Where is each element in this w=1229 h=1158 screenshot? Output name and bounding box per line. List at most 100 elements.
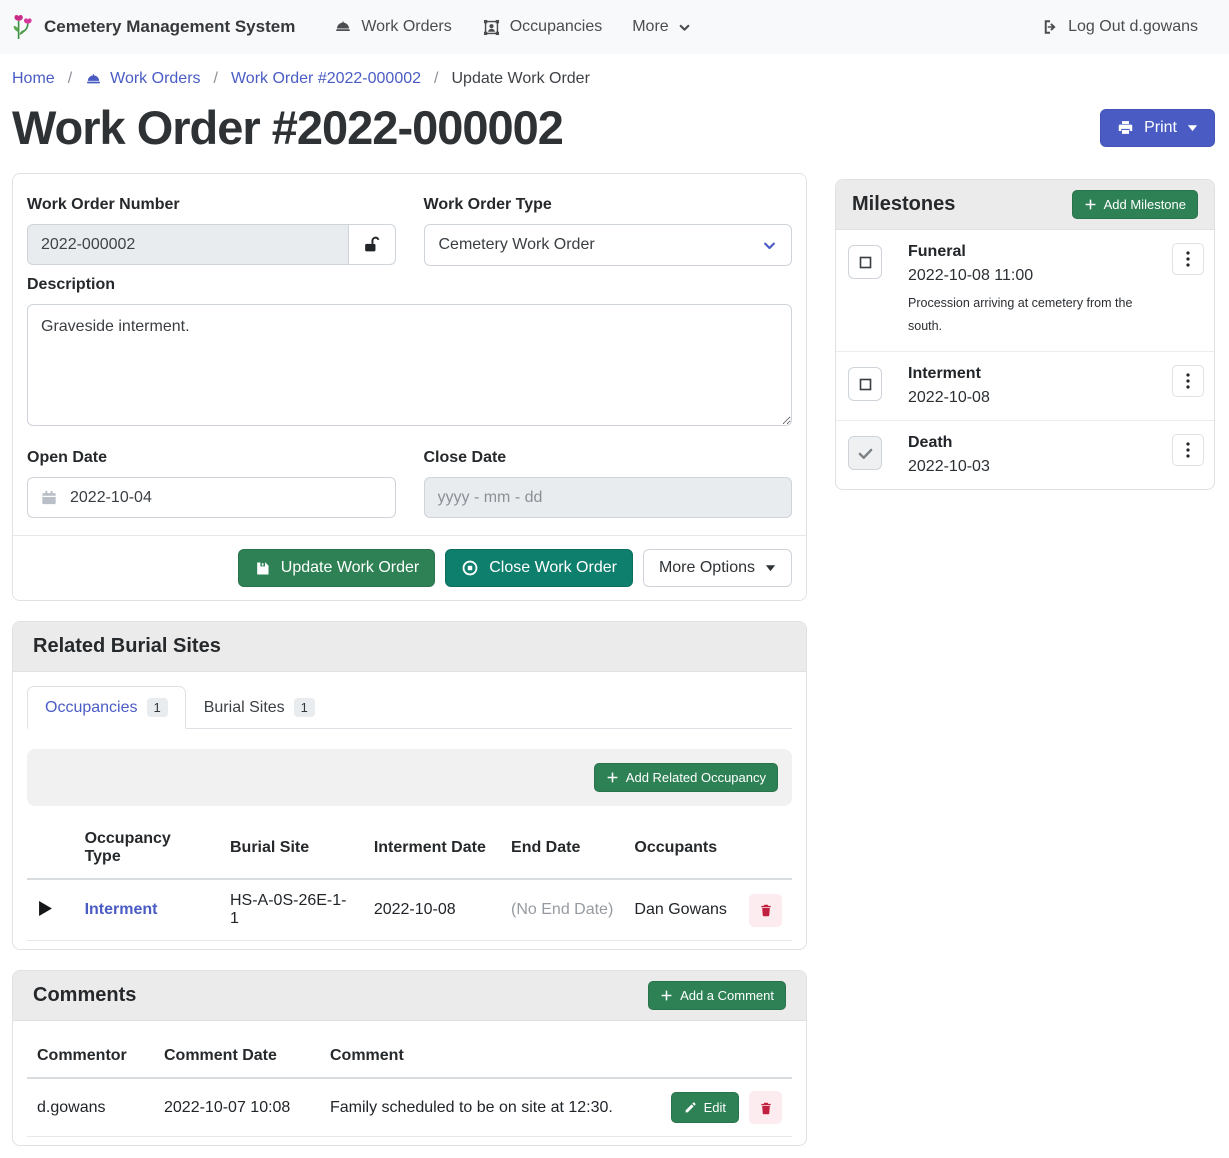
breadcrumb-work-orders[interactable]: Work Orders bbox=[85, 70, 200, 88]
occupancies-count-badge: 1 bbox=[147, 698, 168, 717]
burial-sites-count-badge: 1 bbox=[294, 698, 315, 717]
kebab-icon bbox=[1186, 251, 1190, 267]
comment-date-cell: 2022-10-07 10:08 bbox=[154, 1078, 320, 1137]
checkmark-icon bbox=[857, 445, 874, 462]
top-navbar: Cemetery Management System Work Orders bbox=[0, 0, 1229, 54]
trash-icon bbox=[759, 902, 773, 918]
expand-row-button[interactable] bbox=[37, 899, 54, 918]
sign-out-icon bbox=[1041, 18, 1059, 36]
work-order-type-label: Work Order Type bbox=[424, 196, 793, 214]
delete-comment-button[interactable] bbox=[749, 1091, 782, 1124]
commentor-cell: d.gowans bbox=[27, 1078, 154, 1137]
breadcrumb: Home / Work Orders / Work Order #2022-00… bbox=[0, 54, 1229, 90]
page-title: Work Order #2022-000002 bbox=[12, 100, 563, 155]
col-burial-site: Burial Site bbox=[220, 818, 364, 879]
stop-circle-icon bbox=[461, 559, 479, 577]
milestone-menu-button[interactable] bbox=[1172, 434, 1204, 466]
add-milestone-button[interactable]: Add Milestone bbox=[1072, 190, 1198, 219]
kebab-icon bbox=[1186, 373, 1190, 389]
more-options-button[interactable]: More Options bbox=[643, 549, 792, 587]
chevron-down-icon bbox=[762, 238, 777, 253]
description-textarea[interactable]: Graveside interment. bbox=[27, 304, 792, 426]
brand-title: Cemetery Management System bbox=[44, 17, 295, 37]
plus-icon bbox=[1084, 198, 1097, 211]
breadcrumb-separator: / bbox=[68, 70, 72, 88]
breadcrumb-separator: / bbox=[434, 70, 438, 88]
breadcrumb-home[interactable]: Home bbox=[12, 70, 55, 88]
milestone-menu-button[interactable] bbox=[1172, 243, 1204, 275]
kebab-icon bbox=[1186, 442, 1190, 458]
col-commentor: Commentor bbox=[27, 1035, 154, 1078]
milestone-description: Procession arriving at cemetery from the… bbox=[908, 292, 1140, 338]
add-comment-button[interactable]: Add a Comment bbox=[648, 981, 786, 1010]
close-date-label: Close Date bbox=[424, 449, 793, 467]
milestone-title: Death bbox=[908, 434, 1146, 452]
milestone-title: Funeral bbox=[908, 243, 1146, 261]
breadcrumb-separator: / bbox=[214, 70, 218, 88]
milestone-checkbox-unchecked[interactable] bbox=[848, 245, 882, 279]
print-button[interactable]: Print bbox=[1100, 109, 1215, 147]
comments-title: Comments bbox=[33, 984, 136, 1007]
caret-down-icon bbox=[765, 564, 776, 572]
milestone-menu-button[interactable] bbox=[1172, 365, 1204, 397]
close-date-input bbox=[424, 477, 793, 518]
nav-work-orders[interactable]: Work Orders bbox=[319, 10, 466, 44]
col-occupants: Occupants bbox=[624, 818, 739, 879]
play-icon bbox=[39, 901, 52, 916]
delete-occupancy-button[interactable] bbox=[749, 894, 782, 927]
save-icon bbox=[254, 560, 271, 577]
work-order-number-input bbox=[27, 224, 349, 265]
col-comment: Comment bbox=[320, 1035, 661, 1078]
tab-burial-sites[interactable]: Burial Sites 1 bbox=[186, 686, 333, 729]
occupancy-icon bbox=[482, 18, 501, 37]
plus-icon bbox=[606, 771, 619, 784]
caret-down-icon bbox=[1187, 124, 1198, 132]
milestone-checkbox-unchecked[interactable] bbox=[848, 367, 882, 401]
occupancies-toolbar: Add Related Occupancy bbox=[27, 749, 792, 806]
comment-cell: Family scheduled to be on site at 12:30. bbox=[320, 1078, 661, 1137]
col-end-date: End Date bbox=[501, 818, 624, 879]
col-occupancy-type: Occupancy Type bbox=[75, 818, 220, 879]
related-tabs: Occupancies 1 Burial Sites 1 bbox=[27, 686, 792, 729]
milestone-date: 2022-10-08 11:00 bbox=[908, 267, 1146, 285]
milestone-item-funeral: Funeral 2022-10-08 11:00 Procession arri… bbox=[836, 230, 1214, 352]
tulip-logo-icon bbox=[12, 13, 34, 41]
related-burial-sites-title: Related Burial Sites bbox=[33, 635, 221, 658]
nav-occupancies[interactable]: Occupancies bbox=[467, 10, 618, 45]
occupancy-type-link[interactable]: Interment bbox=[85, 901, 158, 918]
add-related-occupancy-button[interactable]: Add Related Occupancy bbox=[594, 763, 778, 792]
app-brand: Cemetery Management System bbox=[12, 13, 295, 41]
work-order-type-select[interactable]: Cemetery Work Order bbox=[424, 224, 793, 266]
checkbox-blank-icon bbox=[858, 255, 873, 270]
comment-row: d.gowans 2022-10-07 10:08 Family schedul… bbox=[27, 1078, 792, 1137]
hard-hat-icon bbox=[334, 18, 352, 36]
description-label: Description bbox=[27, 276, 792, 294]
milestone-checkbox-checked[interactable] bbox=[848, 436, 882, 470]
hard-hat-icon bbox=[85, 71, 102, 88]
work-order-number-label: Work Order Number bbox=[27, 196, 396, 214]
printer-icon bbox=[1117, 119, 1134, 136]
milestone-item-death: Death 2022-10-03 bbox=[836, 421, 1214, 489]
occupants-cell: Dan Gowans bbox=[624, 879, 739, 941]
unlock-button[interactable] bbox=[349, 224, 396, 265]
update-work-order-button[interactable]: Update Work Order bbox=[238, 549, 435, 587]
burial-site-cell: HS-A-0S-26E-1-1 bbox=[220, 879, 364, 941]
breadcrumb-work-order-number[interactable]: Work Order #2022-000002 bbox=[231, 70, 421, 88]
close-work-order-button[interactable]: Close Work Order bbox=[445, 549, 633, 587]
col-comment-date: Comment Date bbox=[154, 1035, 320, 1078]
end-date-cell: (No End Date) bbox=[501, 879, 624, 941]
calendar-icon bbox=[41, 489, 57, 506]
tab-occupancies[interactable]: Occupancies 1 bbox=[27, 686, 186, 729]
work-order-form-card: Work Order Number bbox=[12, 173, 807, 601]
occupancies-table: Occupancy Type Burial Site Interment Dat… bbox=[27, 818, 792, 941]
open-date-label: Open Date bbox=[27, 449, 396, 467]
open-date-input[interactable]: 2022-10-04 bbox=[27, 477, 396, 518]
interment-date-cell: 2022-10-08 bbox=[364, 879, 501, 941]
nav-more[interactable]: More bbox=[617, 10, 705, 44]
logout-button[interactable]: Log Out d.gowans bbox=[1026, 10, 1213, 44]
occupancy-row: Interment HS-A-0S-26E-1-1 2022-10-08 (No… bbox=[27, 879, 792, 941]
edit-comment-button[interactable]: Edit bbox=[671, 1092, 739, 1123]
breadcrumb-current: Update Work Order bbox=[451, 70, 589, 88]
milestone-date: 2022-10-03 bbox=[908, 458, 1146, 476]
pencil-icon bbox=[684, 1101, 697, 1114]
